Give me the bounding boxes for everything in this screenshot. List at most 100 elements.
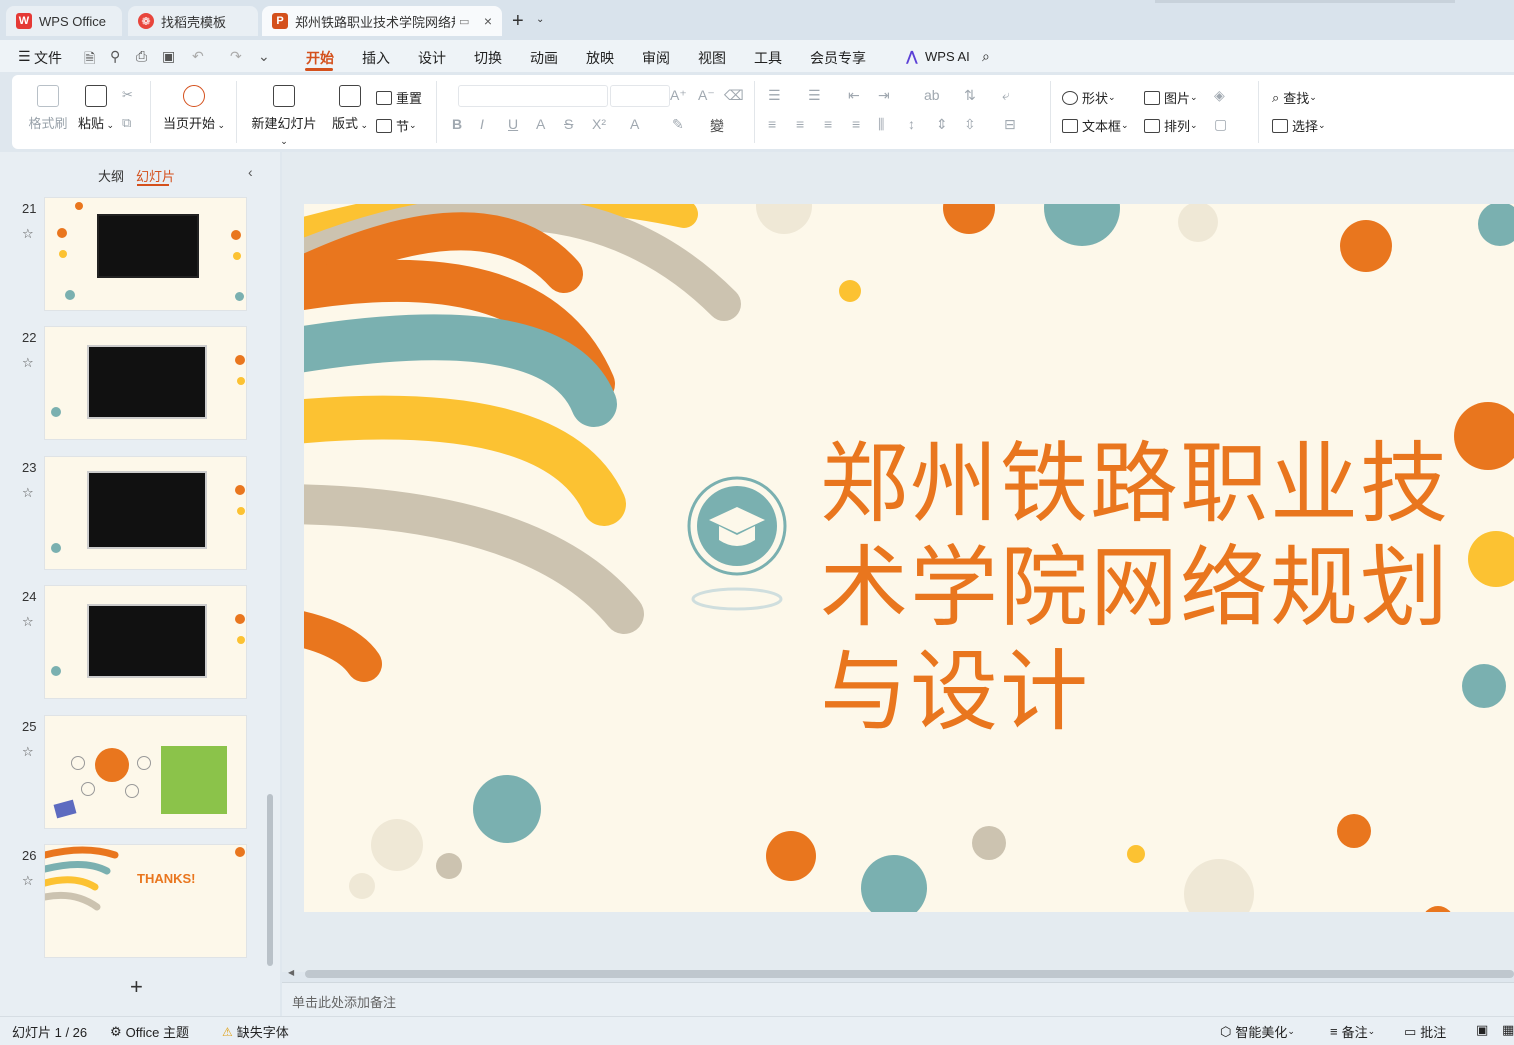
justify-icon[interactable]: ≡ xyxy=(852,116,860,132)
format-painter-button[interactable]: 格式刷 xyxy=(28,85,68,132)
tab-wps-office[interactable]: W WPS Office xyxy=(6,6,122,36)
menu-transition[interactable]: 切换 xyxy=(474,48,502,68)
tab-outline[interactable]: 大纲 xyxy=(98,166,124,185)
print-preview-icon[interactable]: ▣ xyxy=(162,48,175,65)
textbox-button[interactable]: 文本框 ⌄ xyxy=(1062,116,1129,135)
share-icon[interactable]: ⚲ xyxy=(110,48,120,65)
collapse-panel-icon[interactable]: ‹ xyxy=(248,164,253,180)
new-slide-button[interactable]: 新建幻灯片 ⌄ xyxy=(248,85,320,147)
menu-tools[interactable]: 工具 xyxy=(754,48,782,68)
star-icon[interactable]: ☆ xyxy=(22,355,34,371)
shadow-icon[interactable]: A xyxy=(536,116,545,132)
slide-thumbnail-26[interactable]: THANKS! xyxy=(44,844,247,958)
star-icon[interactable]: ☆ xyxy=(22,485,34,501)
tab-slides[interactable]: 幻灯片 xyxy=(136,166,175,185)
shape-button[interactable]: 形状 ⌄ xyxy=(1062,88,1116,107)
clear-format-icon[interactable]: ⌫ xyxy=(724,87,744,104)
comments-button[interactable]: ▭ 批注 xyxy=(1404,1022,1446,1041)
layout-button[interactable]: 版式 ⌄ xyxy=(330,85,370,132)
horizontal-scrollbar[interactable] xyxy=(305,970,1514,978)
increase-font-icon[interactable]: A⁺ xyxy=(670,87,687,104)
arrange-button[interactable]: 排列 ⌄ xyxy=(1144,116,1198,135)
tab-presentation[interactable]: P 郑州铁路职业技术学院网络规划 ▭ × xyxy=(262,6,502,36)
slide-thumbnail-21[interactable] xyxy=(44,197,247,311)
distribute-icon[interactable]: ⫼ xyxy=(878,116,884,133)
section-button[interactable]: 节 ⌄ xyxy=(376,116,417,135)
slide-thumbnail-25[interactable] xyxy=(44,715,247,829)
bullet-list-icon[interactable]: ☰ xyxy=(768,87,781,104)
superscript-icon[interactable]: X² xyxy=(592,116,606,132)
tab-template[interactable]: ❁ 找稻壳模板 xyxy=(128,6,258,36)
align-left-icon[interactable]: ≡ xyxy=(768,116,776,132)
add-slide-button[interactable]: + xyxy=(130,974,143,1000)
menu-insert[interactable]: 插入 xyxy=(362,48,390,68)
underline-icon[interactable]: U xyxy=(508,116,518,132)
text-direction-icon[interactable]: ab xyxy=(924,87,940,103)
slide-panel-scrollbar[interactable] xyxy=(267,794,273,966)
fill-color-icon[interactable]: ◈ xyxy=(1214,87,1225,104)
strikethrough-icon[interactable]: S xyxy=(564,116,573,132)
font-color-icon[interactable]: A xyxy=(630,116,639,132)
normal-view-icon[interactable]: ▣ xyxy=(1476,1022,1488,1038)
picture-button[interactable]: 图片 ⌄ xyxy=(1144,88,1198,107)
cut-icon[interactable]: ✂ xyxy=(122,87,133,103)
new-tab-button[interactable]: + xyxy=(512,10,524,33)
redo-icon[interactable]: ↷ xyxy=(230,48,242,65)
star-icon[interactable]: ☆ xyxy=(22,226,34,242)
align-center-icon[interactable]: ≡ xyxy=(796,116,804,132)
select-button[interactable]: 选择 ⌄ xyxy=(1272,116,1326,135)
increase-indent-icon[interactable]: ⇥ xyxy=(878,87,890,104)
star-icon[interactable]: ☆ xyxy=(22,614,34,630)
italic-icon[interactable]: I xyxy=(480,116,484,132)
reset-button[interactable]: 重置 xyxy=(376,88,422,107)
play-from-current-button[interactable]: 当页开始 ⌄ xyxy=(162,85,226,132)
align-right-icon[interactable]: ≡ xyxy=(824,116,832,132)
save-icon[interactable]: 🗎 xyxy=(84,48,95,72)
convert-icon[interactable]: ⤶ xyxy=(1002,87,1010,104)
menu-wps-ai[interactable]: WPS AI xyxy=(925,49,970,64)
print-icon[interactable]: ⎙ xyxy=(136,48,147,65)
sort-icon[interactable]: ⇅ xyxy=(964,87,976,104)
theme-button[interactable]: ⚙ Office 主题 xyxy=(110,1022,189,1041)
font-family-select[interactable] xyxy=(458,85,608,107)
slide-thumbnail-22[interactable] xyxy=(44,326,247,440)
decrease-indent-icon[interactable]: ⇤ xyxy=(848,87,860,104)
menu-icon[interactable]: ☰ xyxy=(18,48,31,65)
star-icon[interactable]: ☆ xyxy=(22,744,34,760)
number-list-icon[interactable]: ☰ xyxy=(808,87,821,104)
menu-file[interactable]: 文件 xyxy=(34,48,62,68)
phonetic-icon[interactable]: 變 xyxy=(710,116,724,136)
outline-color-icon[interactable]: ▢ xyxy=(1214,116,1227,133)
menu-animation[interactable]: 动画 xyxy=(530,48,558,68)
tab-list-dropdown-icon[interactable]: ⌄ xyxy=(536,14,544,25)
columns-icon[interactable]: ⇳ xyxy=(964,116,976,133)
bold-icon[interactable]: B xyxy=(452,116,462,132)
decrease-font-icon[interactable]: A⁻ xyxy=(698,87,715,104)
search-icon[interactable]: ⌕ xyxy=(982,48,990,65)
paste-button[interactable]: 粘贴 ⌄ xyxy=(74,85,118,132)
find-button[interactable]: ⌕ 查找 ⌄ xyxy=(1272,88,1317,107)
menu-slideshow[interactable]: 放映 xyxy=(586,48,614,68)
font-size-select[interactable] xyxy=(610,85,670,107)
missing-font-button[interactable]: ⚠ 缺失字体 xyxy=(222,1022,289,1041)
scroll-left-icon[interactable]: ◀ xyxy=(288,968,294,977)
slide-thumbnail-24[interactable] xyxy=(44,585,247,699)
customize-dropdown-icon[interactable]: ⌄ xyxy=(258,48,270,65)
notes-pane[interactable]: 单击此处添加备注 xyxy=(282,982,1514,1016)
star-icon[interactable]: ☆ xyxy=(22,873,34,889)
notes-toggle-button[interactable]: ≡ 备注 ⌄ xyxy=(1330,1022,1375,1041)
menu-view[interactable]: 视图 xyxy=(698,48,726,68)
sorter-view-icon[interactable]: ▦ xyxy=(1502,1022,1514,1038)
undo-icon[interactable]: ↶ xyxy=(192,48,204,65)
menu-member[interactable]: 会员专享 xyxy=(810,48,866,68)
paragraph-spacing-icon[interactable]: ⇕ xyxy=(936,116,948,133)
copy-icon[interactable]: ⧉ xyxy=(122,115,131,131)
smart-beautify-button[interactable]: ⬡ 智能美化 ⌄ xyxy=(1220,1022,1295,1041)
text-align-box-icon[interactable]: ⊟ xyxy=(1004,116,1016,133)
highlight-icon[interactable]: ✎ xyxy=(672,116,684,133)
menu-design[interactable]: 设计 xyxy=(418,48,446,68)
line-spacing-icon[interactable]: ↕ xyxy=(908,116,915,132)
menu-review[interactable]: 审阅 xyxy=(642,48,670,68)
slide-thumbnail-23[interactable] xyxy=(44,456,247,570)
current-slide[interactable]: 郑州铁路职业技术学院网络规划与设计 xyxy=(304,204,1514,912)
